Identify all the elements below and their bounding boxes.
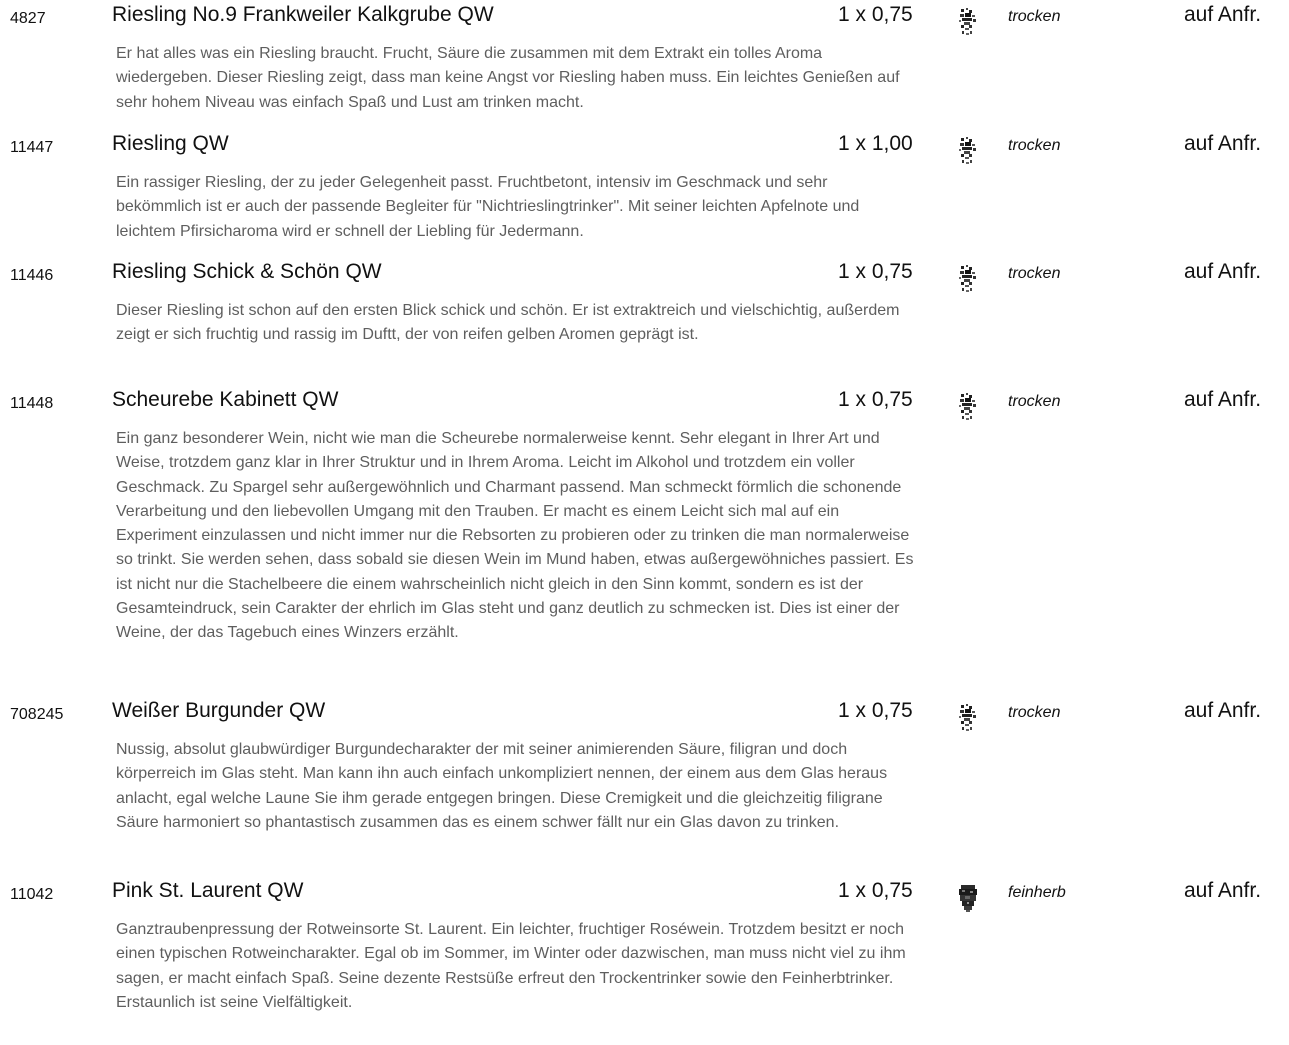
bottle-size: 1 x 0,75 — [838, 699, 913, 722]
wine-description: Ein ganz besonderer Wein, nicht wie man … — [116, 430, 914, 642]
article-number: 11446 — [10, 267, 54, 284]
taste-label: feinherb — [1008, 884, 1066, 901]
article-number: 11447 — [10, 139, 54, 156]
bottle-size: 1 x 0,75 — [838, 260, 913, 283]
bottle-size: 1 x 0,75 — [838, 388, 913, 411]
bottle-size: 1 x 1,00 — [838, 132, 913, 155]
wine-description: Er hat alles was ein Riesling braucht. F… — [116, 45, 900, 111]
taste-label: trocken — [1008, 8, 1061, 25]
feinherb-pictogram-icon — [959, 885, 977, 912]
price: auf Anfr. — [1184, 388, 1262, 411]
wine-name: Weißer Burgunder QW — [112, 699, 326, 722]
article-number: 11448 — [10, 395, 54, 412]
taste-label: trocken — [1008, 137, 1061, 154]
taste-label: trocken — [1008, 704, 1061, 721]
price: auf Anfr. — [1184, 260, 1262, 283]
wine-name: Scheurebe Kabinett QW — [112, 388, 339, 411]
wine-name: Riesling QW — [112, 132, 229, 155]
wine-name: Riesling Schick & Schön QW — [112, 260, 382, 283]
trocken-pictogram-icon — [959, 393, 976, 420]
trocken-pictogram-icon — [959, 137, 976, 164]
wine-description: Dieser Riesling ist schon auf den ersten… — [116, 302, 900, 344]
article-number: 708245 — [10, 706, 64, 723]
wine-name: Pink St. Laurent QW — [112, 879, 304, 902]
price: auf Anfr. — [1184, 132, 1262, 155]
bottle-size: 1 x 0,75 — [838, 3, 913, 26]
taste-label: trocken — [1008, 393, 1061, 410]
wine-description: Nussig, absolut glaubwürdiger Burgundech… — [116, 741, 888, 831]
price: auf Anfr. — [1184, 879, 1262, 902]
wine-name: Riesling No.9 Frankweiler Kalkgrube QW — [112, 3, 494, 26]
price: auf Anfr. — [1184, 699, 1262, 722]
bottle-size: 1 x 0,75 — [838, 879, 913, 902]
taste-label: trocken — [1008, 265, 1061, 282]
trocken-pictogram-icon — [959, 265, 976, 292]
price: auf Anfr. — [1184, 3, 1262, 26]
wine-description: Ein rassiger Riesling, der zu jeder Gele… — [116, 174, 860, 240]
wine-description: Ganztraubenpressung der Rotweinsorte St.… — [116, 921, 906, 1011]
trocken-pictogram-icon — [959, 704, 976, 731]
trocken-pictogram-icon — [959, 8, 976, 35]
wine-list: 4827 Riesling No.9 Frankweiler Kalkgrube… — [0, 0, 1289, 1045]
article-number: 11042 — [10, 886, 54, 903]
article-number: 4827 — [10, 10, 46, 27]
